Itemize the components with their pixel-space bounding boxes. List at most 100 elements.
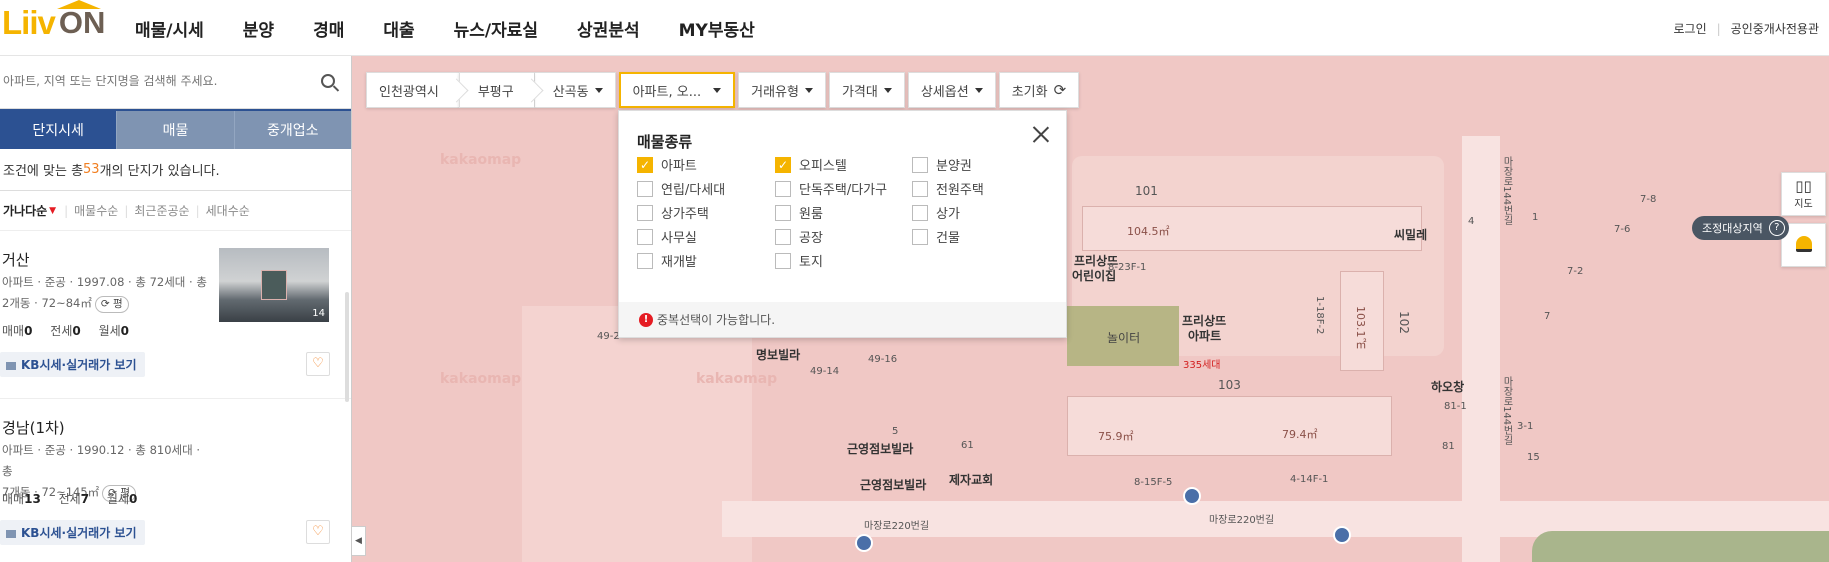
checkbox-icon[interactable] <box>637 228 653 245</box>
sort-separator: | <box>64 203 69 218</box>
property-type-option[interactable]: 단독주택/다가구 <box>775 179 887 198</box>
checkbox-icon[interactable] <box>775 204 791 221</box>
property-type-dropdown[interactable]: 아파트, 오... <box>618 72 736 108</box>
help-icon[interactable]: ? <box>1768 220 1785 236</box>
list-item[interactable]: 거산 아파트 · 준공 · 1997.08 · 총 72세대 · 총 2개동 ·… <box>0 231 351 399</box>
poi-label-geunyoung-1: 근영점보빌라 <box>847 442 914 456</box>
property-type-option[interactable]: ✓ 오피스텔 <box>775 155 847 174</box>
breadcrumb-district[interactable]: 부평구 <box>458 72 534 108</box>
bus-stop-icon[interactable] <box>1333 526 1351 544</box>
checkbox-icon[interactable] <box>912 180 928 197</box>
favorite-heart-icon[interactable]: ♡ <box>306 352 330 376</box>
price-dropdown[interactable]: 가격대 <box>828 72 905 108</box>
breadcrumb-dong-dropdown[interactable]: 산곡동 <box>533 72 616 108</box>
sort-households[interactable]: 세대수순 <box>206 202 250 219</box>
property-type-option[interactable]: 토지 <box>775 251 823 270</box>
checkbox-icon[interactable] <box>912 204 928 221</box>
nav-item-auction[interactable]: 경매 <box>313 16 344 41</box>
nav-item-news[interactable]: 뉴스/자료실 <box>454 16 538 41</box>
close-icon[interactable] <box>1032 125 1050 143</box>
property-type-option[interactable]: 사무실 <box>637 227 697 246</box>
checkbox-icon[interactable] <box>775 180 791 197</box>
map-canvas[interactable]: 101 104.5㎡ 103 75.9㎡ 79.4㎡ 103.1㎡ 102 놀이… <box>352 56 1829 562</box>
property-type-option[interactable]: 연립/다세대 <box>637 179 725 198</box>
tab-agencies[interactable]: 중개업소 <box>233 111 351 149</box>
lot-number: 7-8 <box>1640 194 1657 205</box>
breadcrumb-city[interactable]: 인천광역시 <box>366 72 459 108</box>
property-type-option-label: 오피스텔 <box>799 159 847 174</box>
list-scrollbar[interactable] <box>345 292 349 402</box>
top-navigation-bar: Liiv ON 매물/시세 분양 경매 대출 뉴스/자료실 상권분석 MY부동산… <box>0 0 1829 56</box>
property-type-option[interactable]: 상가 <box>912 203 960 222</box>
lot-number: 4 <box>1468 216 1475 227</box>
deal-type-dropdown[interactable]: 거래유형 <box>738 72 826 108</box>
households-label: 335세대 <box>1183 360 1221 371</box>
nav-item-presale[interactable]: 분양 <box>243 16 274 41</box>
property-type-option[interactable]: ✓ 아파트 <box>637 155 697 174</box>
checkbox-icon[interactable] <box>912 156 928 173</box>
building-103-area-2: 79.4㎡ <box>1282 428 1318 441</box>
poi-label-haochang: 하오창 <box>1431 380 1465 394</box>
nav-item-commercial-analysis[interactable]: 상권분석 <box>577 16 640 41</box>
panel-note-text: 중복선택이 가능합니다. <box>657 313 776 327</box>
tab-listings[interactable]: 매물 <box>116 111 234 149</box>
property-type-option[interactable]: 상가주택 <box>637 203 709 222</box>
kb-price-button[interactable]: KB시세·실거래가 보기 <box>0 520 145 545</box>
sort-separator: | <box>124 203 129 218</box>
property-type-option[interactable]: 전원주택 <box>912 179 984 198</box>
lot-number: 49-14 <box>810 366 840 377</box>
property-type-option[interactable]: 분양권 <box>912 155 972 174</box>
checkbox-icon[interactable] <box>637 252 653 269</box>
checkbox-icon[interactable] <box>775 228 791 245</box>
tab-complex-price[interactable]: 단지시세 <box>0 111 117 149</box>
property-type-option[interactable]: 공장 <box>775 227 823 246</box>
checkbox-icon[interactable] <box>775 252 791 269</box>
checkbox-checked-icon[interactable]: ✓ <box>775 156 791 173</box>
detail-options-dropdown[interactable]: 상세옵션 <box>907 72 996 108</box>
map-type-button[interactable]: ▯▯ 지도 <box>1781 172 1826 216</box>
result-count-suffix: 개의 단지가 있습니다. <box>99 164 220 179</box>
property-type-option[interactable]: 원룸 <box>775 203 823 222</box>
nav-item-my-realestate[interactable]: MY부동산 <box>679 16 755 41</box>
bus-stop-icon[interactable] <box>1183 487 1201 505</box>
agent-portal-link[interactable]: 공인중개사전용관 <box>1731 20 1819 37</box>
poi-label-geunyoung-2: 근영점보빌라 <box>860 478 927 492</box>
breadcrumb-city-label: 인천광역시 <box>379 84 439 100</box>
sidebar-tabs: 단지시세 매물 중개업소 <box>0 109 351 149</box>
unit-toggle-button[interactable]: ⟳ 평 <box>94 296 129 313</box>
login-link[interactable]: 로그인 <box>1674 20 1707 37</box>
search-input[interactable] <box>0 56 300 106</box>
complex-photo[interactable]: 14 <box>219 248 329 322</box>
lot-number: 5 <box>892 426 899 437</box>
property-type-option[interactable]: 재개발 <box>637 251 697 270</box>
checkbox-icon[interactable] <box>912 228 928 245</box>
property-type-option[interactable]: 건물 <box>912 227 960 246</box>
panel-title: 매물종류 <box>637 133 693 151</box>
reset-button[interactable]: 초기화 ⟳ <box>998 72 1080 108</box>
liiv-on-logo[interactable]: Liiv ON <box>2 0 105 40</box>
regulation-area-tooltip: 조정대상지역 ? <box>1692 216 1789 240</box>
nav-item-listings[interactable]: 매물/시세 <box>135 16 204 41</box>
checkbox-icon[interactable] <box>637 204 653 221</box>
sort-alphabetical[interactable]: 가나다순 <box>3 202 47 219</box>
sort-listing-count[interactable]: 매물수순 <box>74 202 118 219</box>
jeonse-label: 전세 <box>58 492 81 506</box>
sort-recent-completion[interactable]: 최근준공순 <box>134 202 189 219</box>
monthly-count: 0 <box>129 492 138 506</box>
top-link-separator: | <box>1716 21 1721 36</box>
chevron-down-icon <box>974 87 983 93</box>
search-icon[interactable] <box>321 74 335 88</box>
checkbox-checked-icon[interactable]: ✓ <box>637 156 653 173</box>
sidebar: 단지시세 매물 중개업소 조건에 맞는 총 53 개의 단지가 있습니다. 가나… <box>0 56 352 562</box>
sidebar-collapse-button[interactable]: ◀ <box>352 526 366 556</box>
kb-price-button[interactable]: KB시세·실거래가 보기 <box>0 352 145 377</box>
list-item[interactable]: 경남(1차) 아파트 · 준공 · 1990.12 · 총 810세대 · 총 … <box>0 399 351 562</box>
checkbox-icon[interactable] <box>637 180 653 197</box>
chat-icon <box>6 361 16 370</box>
property-type-option-label: 아파트 <box>661 159 697 174</box>
property-type-option-label: 사무실 <box>661 231 697 246</box>
bus-stop-icon[interactable] <box>855 534 873 552</box>
nav-item-loan[interactable]: 대출 <box>383 16 414 41</box>
monthly-label: 월세 <box>98 324 121 338</box>
favorite-heart-icon[interactable]: ♡ <box>306 520 330 544</box>
